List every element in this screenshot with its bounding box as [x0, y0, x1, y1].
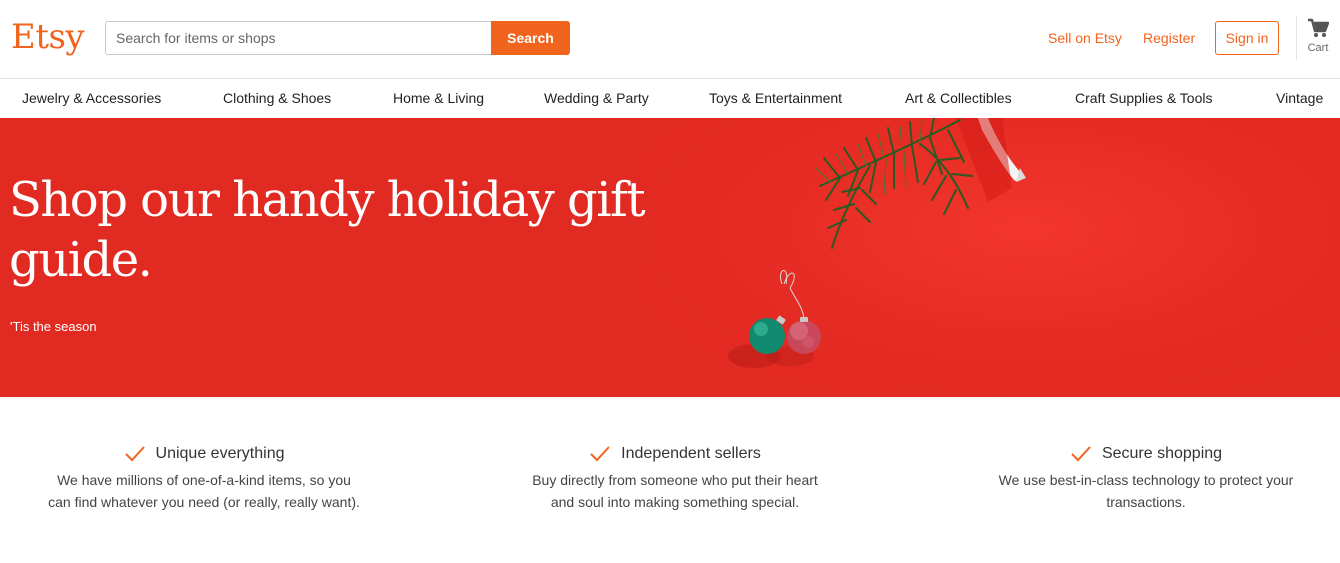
check-icon	[124, 446, 145, 462]
header-divider	[1296, 16, 1297, 60]
category-craft-supplies-tools[interactable]: Craft Supplies & Tools	[1075, 90, 1212, 106]
category-art-collectibles[interactable]: Art & Collectibles	[905, 90, 1012, 106]
cart-icon	[1308, 18, 1329, 37]
value-prop-secure: Secure shopping We use best-in-class tec…	[976, 445, 1316, 513]
value-prop-title: Unique everything	[155, 445, 285, 462]
hero-subtitle: 'Tis the season	[10, 319, 97, 334]
search-button[interactable]: Search	[491, 21, 570, 55]
check-icon	[590, 446, 610, 462]
sell-on-etsy-link[interactable]: Sell on Etsy	[1048, 30, 1122, 46]
value-prop-desc-line: transactions.	[1106, 494, 1186, 510]
ribbon-decoration	[956, 118, 1026, 202]
holiday-decor-image	[728, 118, 1026, 368]
value-props-section: Unique everything We have millions of on…	[0, 397, 1340, 563]
value-prop-title: Secure shopping	[1101, 445, 1223, 462]
category-vintage[interactable]: Vintage	[1276, 90, 1323, 106]
etsy-logo[interactable]: Etsy	[11, 17, 85, 57]
pink-ornament	[787, 317, 821, 354]
category-home-living[interactable]: Home & Living	[393, 90, 484, 106]
category-wedding-party[interactable]: Wedding & Party	[544, 90, 649, 106]
pine-branch	[819, 118, 973, 249]
register-link[interactable]: Register	[1143, 30, 1195, 46]
hero-banner[interactable]: Shop our handy holiday gift guide. 'Tis …	[0, 118, 1340, 397]
value-prop-desc-line: and soul into making something special.	[550, 494, 800, 510]
value-prop-sellers: Independent sellers Buy directly from so…	[503, 445, 847, 513]
category-nav: Jewelry & Accessories Clothing & Shoes H…	[0, 79, 1340, 118]
search-bar: Search	[105, 21, 570, 55]
value-prop-title: Independent sellers	[621, 445, 761, 462]
site-header: Etsy Search Sell on Etsy Register Sign i…	[0, 0, 1340, 79]
value-prop-desc-line: We have millions of one-of-a-kind items,…	[57, 472, 351, 488]
value-prop-unique: Unique everything We have millions of on…	[36, 445, 372, 513]
cart-label: Cart	[1307, 42, 1329, 54]
value-prop-desc-line: We use best-in-class technology to prote…	[998, 472, 1294, 488]
cart-button[interactable]: Cart	[1302, 18, 1334, 54]
check-icon	[1071, 446, 1091, 462]
value-prop-desc-line: can find whatever you need (or really, r…	[48, 494, 360, 510]
category-toys-entertainment[interactable]: Toys & Entertainment	[709, 90, 842, 106]
category-clothing-shoes[interactable]: Clothing & Shoes	[223, 90, 331, 106]
hero-title: Shop our handy holiday gift guide.	[9, 172, 646, 288]
sign-in-button[interactable]: Sign in	[1215, 21, 1279, 55]
category-jewelry-accessories[interactable]: Jewelry & Accessories	[22, 90, 161, 106]
value-prop-desc-line: Buy directly from someone who put their …	[532, 472, 818, 488]
search-input[interactable]	[105, 21, 491, 55]
